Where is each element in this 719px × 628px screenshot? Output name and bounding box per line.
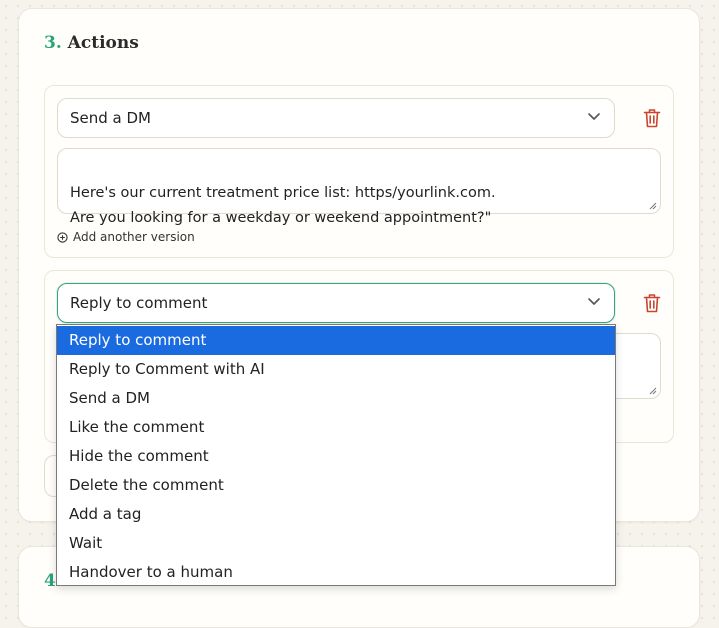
message-textarea[interactable]: Here's our current treatment price list:… bbox=[57, 148, 661, 226]
dropdown-option[interactable]: Send a DM bbox=[57, 384, 615, 413]
dropdown-option[interactable]: Handover to a human bbox=[57, 558, 615, 587]
section-title-text: Actions bbox=[67, 33, 139, 53]
section-number: 3. bbox=[44, 33, 62, 53]
dropdown-option[interactable]: Delete the comment bbox=[57, 471, 615, 500]
action-type-select[interactable]: Send a DM bbox=[57, 98, 615, 138]
action-type-select[interactable]: Reply to comment bbox=[57, 283, 615, 323]
dropdown-option[interactable]: Add a tag bbox=[57, 500, 615, 529]
dropdown-option[interactable]: Hide the comment bbox=[57, 442, 615, 471]
trash-icon[interactable] bbox=[643, 108, 661, 128]
action-type-value: Send a DM bbox=[70, 109, 151, 127]
resize-handle-icon[interactable] bbox=[649, 387, 657, 395]
plus-circle-icon bbox=[57, 231, 68, 243]
message-text: Here's our current treatment price list:… bbox=[70, 185, 496, 226]
dropdown-option[interactable]: Reply to comment bbox=[57, 326, 615, 355]
chevron-down-icon bbox=[588, 298, 600, 305]
dropdown-option[interactable]: Like the comment bbox=[57, 413, 615, 442]
action-type-dropdown[interactable]: Reply to comment Reply to Comment with A… bbox=[56, 324, 616, 586]
action-item-1: Send a DM Here's our current treatment p… bbox=[44, 85, 674, 258]
section-title: 3. Actions bbox=[44, 33, 139, 53]
add-version-label: Add another version bbox=[73, 230, 195, 244]
trash-icon[interactable] bbox=[643, 293, 661, 313]
dropdown-option[interactable]: Reply to Comment with AI bbox=[57, 355, 615, 384]
dropdown-option[interactable]: Wait bbox=[57, 529, 615, 558]
chevron-down-icon bbox=[588, 113, 600, 120]
resize-handle-icon[interactable] bbox=[649, 202, 657, 210]
action-type-value: Reply to comment bbox=[70, 294, 208, 312]
add-version-link[interactable]: Add another version bbox=[57, 230, 195, 244]
